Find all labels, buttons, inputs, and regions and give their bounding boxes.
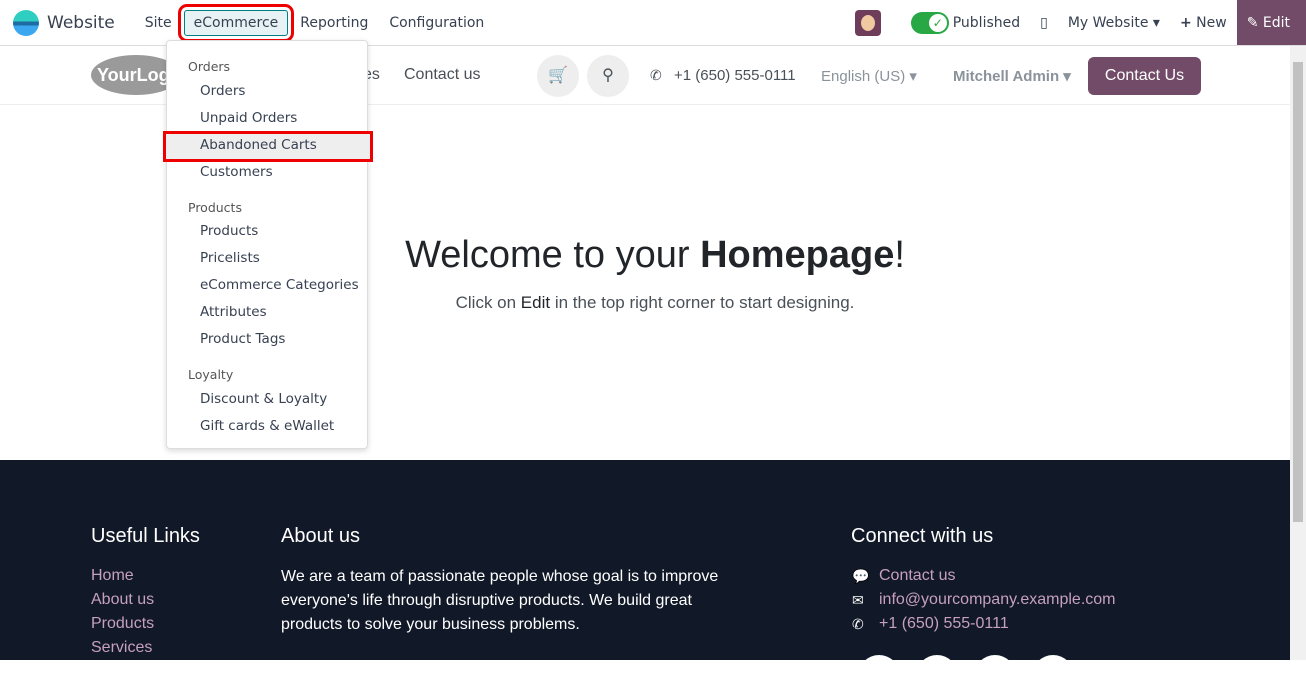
footer-link-about[interactable]: About us <box>91 591 154 609</box>
published-label: Published <box>952 14 1021 31</box>
app-brand[interactable]: Website <box>13 9 115 36</box>
footer-contact-us[interactable]: Contact us <box>879 567 955 585</box>
sub-pre: Click on <box>455 293 521 312</box>
phone-icon: ✆ <box>852 616 864 632</box>
edit-label: Edit <box>1262 14 1290 31</box>
plus-icon: + <box>1179 14 1192 31</box>
chat-icon: 💬 <box>852 568 870 584</box>
contact-us-button[interactable]: Contact Us <box>1088 57 1201 95</box>
edit-button[interactable]: ✎ Edit <box>1236 0 1306 45</box>
website-name: My Website <box>1067 14 1149 31</box>
header-phone[interactable]: +1 (650) 555-0111 <box>674 67 796 84</box>
language-label: English (US) <box>821 68 906 85</box>
section-orders: Orders <box>188 59 231 74</box>
social-icon[interactable] <box>974 655 1016 697</box>
ecommerce-dropdown: Orders Orders Unpaid Orders Abandoned Ca… <box>163 40 373 449</box>
menu-item-discount-loyalty[interactable]: Discount & Loyalty <box>200 391 327 407</box>
sub-post: in the top right corner to start designi… <box>550 293 855 312</box>
user-menu[interactable]: Mitchell Admin ▾ <box>953 67 1071 85</box>
scrollbar-thumb[interactable] <box>1293 62 1303 522</box>
title-pre: Welcome to your <box>405 234 701 276</box>
menu-item-attributes[interactable]: Attributes <box>200 304 267 320</box>
menu-item-gift-cards[interactable]: Gift cards & eWallet <box>200 418 334 434</box>
new-button[interactable]: + New <box>1180 15 1227 31</box>
footer-link-products[interactable]: Products <box>91 615 154 633</box>
connect-title: Connect with us <box>851 525 994 547</box>
social-icon[interactable] <box>858 655 900 697</box>
social-icon[interactable] <box>1032 655 1074 697</box>
cart-icon[interactable]: 🛒 <box>537 55 579 97</box>
published-toggle[interactable] <box>910 11 949 34</box>
user-name: Mitchell Admin <box>953 68 1060 85</box>
menu-reporting[interactable]: Reporting <box>291 11 377 35</box>
section-products: Products <box>188 200 242 215</box>
user-avatar[interactable] <box>854 9 881 36</box>
website-app-icon <box>13 9 39 36</box>
menu-item-products[interactable]: Products <box>200 223 258 239</box>
pencil-icon: ✎ <box>1246 14 1259 31</box>
about-text: We are a team of passionate people whose… <box>281 568 719 633</box>
sub-bold: Edit <box>520 293 551 312</box>
menu-item-unpaid-orders[interactable]: Unpaid Orders <box>200 110 297 126</box>
scrollbar[interactable] <box>1290 46 1306 660</box>
menu-item-ecommerce-categories[interactable]: eCommerce Categories <box>200 277 359 293</box>
app-name: Website <box>47 12 115 33</box>
about-title: About us <box>281 525 360 547</box>
footer: Useful Links Home About us Products Serv… <box>0 460 1290 697</box>
envelope-icon: ✉ <box>852 592 864 608</box>
website-switcher[interactable]: My Website ▾ <box>1068 15 1160 31</box>
phone-icon: ✆ <box>650 67 662 83</box>
social-icon[interactable] <box>916 655 958 697</box>
menu-site[interactable]: Site <box>136 11 181 35</box>
title-post: ! <box>894 234 905 276</box>
footer-phone[interactable]: +1 (650) 555-0111 <box>879 615 1009 633</box>
menu-item-pricelists[interactable]: Pricelists <box>200 250 260 266</box>
language-selector[interactable]: English (US) ▾ <box>821 67 917 85</box>
title-bold: Homepage <box>700 234 895 276</box>
menu-configuration[interactable]: Configuration <box>380 11 493 35</box>
new-label: New <box>1196 14 1227 31</box>
menu-item-product-tags[interactable]: Product Tags <box>200 331 285 347</box>
section-loyalty: Loyalty <box>188 367 234 382</box>
menu-item-abandoned-carts[interactable]: Abandoned Carts <box>200 137 317 153</box>
useful-links-title: Useful Links <box>91 525 200 547</box>
footer-link-services[interactable]: Services <box>91 639 152 657</box>
mobile-preview-icon[interactable]: ▯ <box>1040 15 1048 31</box>
menu-item-orders[interactable]: Orders <box>200 83 245 99</box>
footer-email[interactable]: info@yourcompany.example.com <box>879 591 1116 609</box>
nav-contact-us[interactable]: Contact us <box>404 66 480 84</box>
menu-ecommerce[interactable]: eCommerce <box>177 3 295 42</box>
menu-item-customers[interactable]: Customers <box>200 164 273 180</box>
footer-link-home[interactable]: Home <box>91 567 134 585</box>
search-icon[interactable]: ⚲ <box>587 55 629 97</box>
